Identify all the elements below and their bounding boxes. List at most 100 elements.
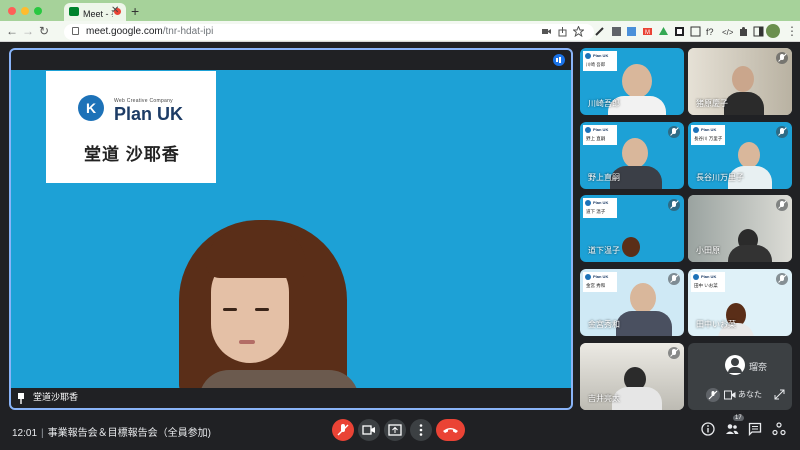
camera-icon bbox=[362, 425, 375, 435]
people-icon[interactable] bbox=[725, 422, 739, 436]
participant-name: 川崎吾郎 bbox=[588, 99, 620, 108]
window-close-dot[interactable] bbox=[8, 7, 16, 15]
meet-favicon-icon bbox=[69, 7, 79, 16]
camera-permission-icon[interactable] bbox=[541, 26, 552, 37]
mini-name-card: Plan UK 野上 直嗣 bbox=[583, 125, 617, 145]
mic-off-icon bbox=[337, 424, 349, 436]
puzzle-extensions-icon[interactable] bbox=[738, 26, 749, 37]
self-tile[interactable]: 瑠奈 あなた bbox=[688, 343, 792, 410]
svg-text:</>: </> bbox=[722, 28, 733, 37]
mic-off-button[interactable] bbox=[332, 419, 354, 441]
participant-tile[interactable]: Plan UK 野上 直嗣 野上直嗣 bbox=[580, 122, 684, 189]
window-zoom-dot[interactable] bbox=[34, 7, 42, 15]
code-extension-icon[interactable]: </> bbox=[722, 26, 733, 37]
back-icon[interactable]: ← bbox=[6, 24, 18, 38]
participant-name: 猪原慶子 bbox=[696, 99, 728, 108]
more-vert-icon bbox=[419, 424, 423, 436]
muted-icon bbox=[668, 126, 680, 138]
meeting-control-bar: 12:01 | 事業報告会＆目標報告会（全員参加) 17 bbox=[0, 412, 800, 450]
mini-name-card: Plan UK 道下 温子 bbox=[583, 198, 617, 218]
pin-icon[interactable] bbox=[17, 393, 25, 404]
meet-stage: K Web Creative Company Plan UK 堂道 沙耶香 堂道… bbox=[0, 42, 800, 412]
url-path: /tnr-hdat-ipi bbox=[162, 26, 214, 37]
extension-icon-2[interactable] bbox=[626, 26, 637, 37]
bookmark-star-icon[interactable] bbox=[573, 26, 584, 37]
present-screen-icon bbox=[388, 424, 402, 436]
browser-tab-bar: Meet - 事業報告会＆目標報告会 ✕ + bbox=[0, 0, 800, 21]
extension-icon-1[interactable] bbox=[611, 26, 622, 37]
mini-name-card: Plan UK 川崎 吾郎 bbox=[583, 51, 617, 71]
muted-icon bbox=[668, 273, 680, 285]
svg-text:M: M bbox=[645, 30, 650, 36]
forward-icon[interactable]: → bbox=[22, 24, 34, 38]
reload-icon[interactable]: ↻ bbox=[39, 24, 49, 38]
extension-icon-3[interactable] bbox=[674, 26, 685, 37]
name-card: K Web Creative Company Plan UK 堂道 沙耶香 bbox=[46, 71, 216, 183]
meeting-title: 事業報告会＆目標報告会（全員参加) bbox=[47, 428, 211, 439]
self-avatar-icon bbox=[725, 355, 745, 375]
name-card-person-name: 堂道 沙耶香 bbox=[84, 145, 180, 164]
participant-tile[interactable]: Plan UK 金宮 秀和 金宮秀和 bbox=[580, 269, 684, 336]
url-host: meet.google.com bbox=[86, 26, 163, 37]
more-options-button[interactable] bbox=[410, 419, 432, 441]
profile-avatar[interactable] bbox=[766, 24, 780, 38]
mini-name-card: Plan UK 金宮 秀和 bbox=[583, 272, 617, 292]
chat-icon[interactable] bbox=[748, 422, 762, 436]
info-separator: | bbox=[41, 428, 44, 439]
eyedropper-extension-icon[interactable] bbox=[594, 26, 605, 37]
self-name: 瑠奈 bbox=[749, 362, 768, 372]
formula-extension-icon[interactable]: f? bbox=[706, 26, 717, 37]
muted-icon bbox=[668, 347, 680, 359]
muted-icon bbox=[776, 126, 788, 138]
participant-name: 長谷川万里子 bbox=[696, 173, 744, 182]
speaking-indicator-icon bbox=[553, 54, 565, 66]
new-tab-icon[interactable]: + bbox=[131, 3, 139, 19]
participant-tile[interactable]: 猪原慶子 bbox=[688, 48, 792, 115]
sidebar-icon[interactable] bbox=[753, 26, 764, 37]
chrome-menu-icon[interactable]: ⋮ bbox=[786, 24, 798, 38]
tab-title: Meet - 事業報告会＆目標報告会 bbox=[83, 9, 113, 19]
muted-icon bbox=[668, 199, 680, 211]
main-tile-bottom-bar: 堂道沙耶香 bbox=[11, 388, 571, 408]
address-bar[interactable]: meet.google.com/tnr-hdat-ipi bbox=[64, 24, 594, 40]
lock-icon bbox=[72, 27, 79, 35]
participant-name: 道下温子 bbox=[588, 246, 620, 255]
logo-letter: K bbox=[86, 100, 97, 116]
meeting-details-icon[interactable] bbox=[701, 422, 715, 436]
browser-toolbar: ← → ↻ meet.google.com/tnr-hdat-ipi M f? … bbox=[0, 21, 800, 42]
muted-icon bbox=[776, 199, 788, 211]
muted-icon bbox=[776, 273, 788, 285]
participant-tile[interactable]: Plan UK 川崎 吾郎 川崎吾郎 bbox=[580, 48, 684, 115]
main-speaker-tile[interactable]: K Web Creative Company Plan UK 堂道 沙耶香 堂道… bbox=[9, 48, 573, 410]
participant-tile[interactable]: Plan UK 田中 いお菜 田中いお菜 bbox=[688, 269, 792, 336]
main-speaker-name: 堂道沙耶香 bbox=[33, 392, 79, 402]
url-text: meet.google.com/tnr-hdat-ipi bbox=[86, 26, 213, 37]
screenshot-extension-icon[interactable] bbox=[690, 26, 701, 37]
window-minimize-dot[interactable] bbox=[21, 7, 29, 15]
participant-name: 吉井亮太 bbox=[588, 394, 620, 403]
participant-tile[interactable]: Plan UK 長谷川 万里子 長谷川万里子 bbox=[688, 122, 792, 189]
self-label: あなた bbox=[738, 390, 762, 399]
participant-name: 小田原 bbox=[696, 246, 720, 255]
self-mic-off-icon[interactable] bbox=[706, 388, 720, 402]
mini-name-card: Plan UK 田中 いお菜 bbox=[691, 272, 725, 292]
participant-name: 田中いお菜 bbox=[696, 320, 736, 329]
expand-icon[interactable] bbox=[774, 389, 785, 400]
present-button[interactable] bbox=[384, 419, 406, 441]
people-count-badge: 17 bbox=[733, 415, 744, 421]
activities-icon[interactable] bbox=[772, 422, 786, 436]
gmail-extension-icon[interactable]: M bbox=[642, 26, 653, 37]
plan-uk-logo-icon: K bbox=[78, 95, 104, 121]
drive-extension-icon[interactable] bbox=[658, 26, 669, 37]
participant-name: 金宮秀和 bbox=[588, 320, 620, 329]
end-call-button[interactable] bbox=[436, 419, 465, 441]
camera-button[interactable] bbox=[358, 419, 380, 441]
participant-tile[interactable]: 小田原 bbox=[688, 195, 792, 262]
participant-tile[interactable]: 吉井亮太 bbox=[580, 343, 684, 410]
participant-name: 野上直嗣 bbox=[588, 173, 620, 182]
tab-close-icon[interactable]: ✕ bbox=[111, 5, 119, 16]
self-camera-icon[interactable] bbox=[724, 390, 736, 400]
mini-name-card: Plan UK 長谷川 万里子 bbox=[691, 125, 725, 145]
participant-tile[interactable]: Plan UK 道下 温子 道下温子 bbox=[580, 195, 684, 262]
share-icon[interactable] bbox=[557, 26, 568, 37]
